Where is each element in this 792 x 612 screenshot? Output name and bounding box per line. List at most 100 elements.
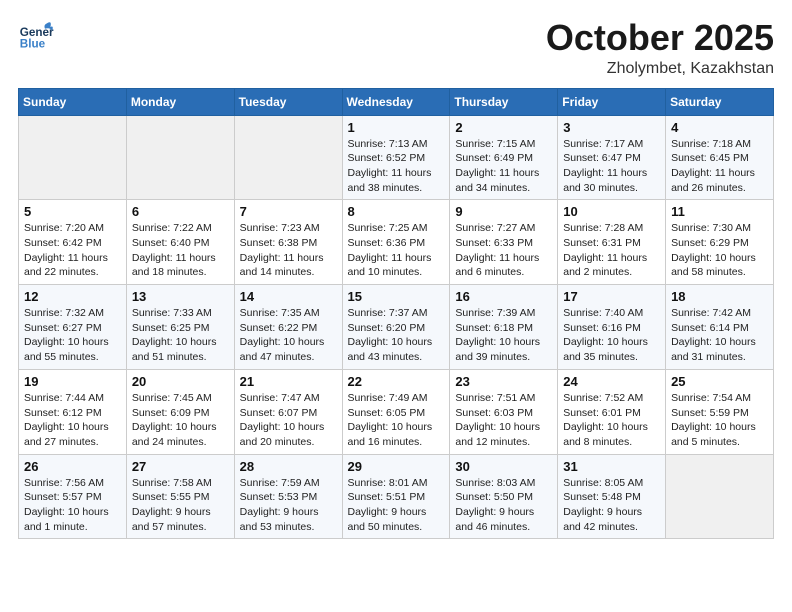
col-wednesday: Wednesday [342, 88, 450, 115]
calendar-cell: 23Sunrise: 7:51 AM Sunset: 6:03 PM Dayli… [450, 369, 558, 454]
day-info: Sunrise: 7:44 AM Sunset: 6:12 PM Dayligh… [24, 391, 121, 450]
calendar-cell [234, 115, 342, 200]
calendar-cell: 1 Sunrise: 7:13 AM Sunset: 6:52 PM Daylig… [342, 115, 450, 200]
day-info: Sunrise: 7:33 AM Sunset: 6:25 PM Dayligh… [132, 306, 229, 365]
day-info: Sunrise: 7:15 AM Sunset: 6:49 PM Dayligh… [455, 137, 552, 196]
calendar-cell: 31 Sunrise: 8:05 AM Sunset: 5:48 PM Dayli… [558, 454, 666, 539]
day-number: 7 [240, 204, 337, 219]
day-info: Sunrise: 7:42 AM Sunset: 6:14 PM Dayligh… [671, 306, 768, 365]
day-info: Sunrise: 8:03 AM Sunset: 5:50 PM Dayligh… [455, 476, 552, 535]
day-info: Sunrise: 7:47 AM Sunset: 6:07 PM Dayligh… [240, 391, 337, 450]
calendar-cell: 30 Sunrise: 8:03 AM Sunset: 5:50 PM Dayli… [450, 454, 558, 539]
day-number: 31 [563, 459, 660, 474]
day-number: 6 [132, 204, 229, 219]
calendar-cell: 15 Sunrise: 7:37 AM Sunset: 6:20 PM Dayli… [342, 285, 450, 370]
day-number: 5 [24, 204, 121, 219]
header: General Blue October 2025 Zholymbet, Kaz… [18, 18, 774, 78]
col-sunday: Sunday [19, 88, 127, 115]
calendar-cell: 14 Sunrise: 7:35 AM Sunset: 6:22 PM Dayli… [234, 285, 342, 370]
day-info: Sunrise: 7:20 AM Sunset: 6:42 PM Dayligh… [24, 221, 121, 280]
day-number: 16 [455, 289, 552, 304]
day-number: 30 [455, 459, 552, 474]
day-info: Sunrise: 8:01 AM Sunset: 5:51 PM Dayligh… [348, 476, 445, 535]
day-info: Sunrise: 7:22 AM Sunset: 6:40 PM Dayligh… [132, 221, 229, 280]
col-friday: Friday [558, 88, 666, 115]
calendar-cell: 25 Sunrise: 7:54 AM Sunset: 5:59 PM Dayli… [666, 369, 774, 454]
week-row-1: 5 Sunrise: 7:20 AM Sunset: 6:42 PM Daylig… [19, 200, 774, 285]
day-number: 1 [348, 120, 445, 135]
week-row-2: 12 Sunrise: 7:32 AM Sunset: 6:27 PM Dayli… [19, 285, 774, 370]
day-number: 21 [240, 374, 337, 389]
day-number: 14 [240, 289, 337, 304]
day-number: 25 [671, 374, 768, 389]
day-number: 9 [455, 204, 552, 219]
day-number: 3 [563, 120, 660, 135]
calendar-cell: 27 Sunrise: 7:58 AM Sunset: 5:55 PM Dayli… [126, 454, 234, 539]
calendar-cell: 8 Sunrise: 7:25 AM Sunset: 6:36 PM Daylig… [342, 200, 450, 285]
calendar-cell: 24Sunrise: 7:52 AM Sunset: 6:01 PM Dayli… [558, 369, 666, 454]
day-number: 4 [671, 120, 768, 135]
calendar-cell: 6 Sunrise: 7:22 AM Sunset: 6:40 PM Daylig… [126, 200, 234, 285]
col-tuesday: Tuesday [234, 88, 342, 115]
day-info: Sunrise: 7:40 AM Sunset: 6:16 PM Dayligh… [563, 306, 660, 365]
day-info: Sunrise: 7:13 AM Sunset: 6:52 PM Dayligh… [348, 137, 445, 196]
calendar-cell: 28Sunrise: 7:59 AM Sunset: 5:53 PM Dayli… [234, 454, 342, 539]
day-info: Sunrise: 7:32 AM Sunset: 6:27 PM Dayligh… [24, 306, 121, 365]
day-number: 17 [563, 289, 660, 304]
calendar-cell: 21 Sunrise: 7:47 AM Sunset: 6:07 PM Dayli… [234, 369, 342, 454]
calendar-cell: 12 Sunrise: 7:32 AM Sunset: 6:27 PM Dayli… [19, 285, 127, 370]
page: General Blue October 2025 Zholymbet, Kaz… [0, 0, 792, 612]
location: Zholymbet, Kazakhstan [546, 60, 774, 78]
day-info: Sunrise: 7:23 AM Sunset: 6:38 PM Dayligh… [240, 221, 337, 280]
calendar-cell: 22Sunrise: 7:49 AM Sunset: 6:05 PM Dayli… [342, 369, 450, 454]
day-info: Sunrise: 7:37 AM Sunset: 6:20 PM Dayligh… [348, 306, 445, 365]
day-info: Sunrise: 7:30 AM Sunset: 6:29 PM Dayligh… [671, 221, 768, 280]
week-row-4: 26 Sunrise: 7:56 AM Sunset: 5:57 PM Dayli… [19, 454, 774, 539]
day-info: Sunrise: 7:54 AM Sunset: 5:59 PM Dayligh… [671, 391, 768, 450]
day-number: 27 [132, 459, 229, 474]
logo-icon: General Blue [18, 18, 54, 54]
calendar-cell: 7 Sunrise: 7:23 AM Sunset: 6:38 PM Daylig… [234, 200, 342, 285]
calendar-cell [126, 115, 234, 200]
calendar-cell [666, 454, 774, 539]
day-number: 2 [455, 120, 552, 135]
day-info: Sunrise: 7:17 AM Sunset: 6:47 PM Dayligh… [563, 137, 660, 196]
logo: General Blue [18, 18, 54, 54]
day-number: 13 [132, 289, 229, 304]
day-number: 10 [563, 204, 660, 219]
day-number: 26 [24, 459, 121, 474]
day-info: Sunrise: 8:05 AM Sunset: 5:48 PM Dayligh… [563, 476, 660, 535]
title-block: October 2025 Zholymbet, Kazakhstan [546, 18, 774, 78]
day-number: 8 [348, 204, 445, 219]
day-number: 29 [348, 459, 445, 474]
day-info: Sunrise: 7:58 AM Sunset: 5:55 PM Dayligh… [132, 476, 229, 535]
day-info: Sunrise: 7:25 AM Sunset: 6:36 PM Dayligh… [348, 221, 445, 280]
col-saturday: Saturday [666, 88, 774, 115]
day-number: 11 [671, 204, 768, 219]
day-info: Sunrise: 7:28 AM Sunset: 6:31 PM Dayligh… [563, 221, 660, 280]
calendar-cell: 18 Sunrise: 7:42 AM Sunset: 6:14 PM Dayli… [666, 285, 774, 370]
day-info: Sunrise: 7:35 AM Sunset: 6:22 PM Dayligh… [240, 306, 337, 365]
day-number: 23 [455, 374, 552, 389]
calendar-cell: 16 Sunrise: 7:39 AM Sunset: 6:18 PM Dayli… [450, 285, 558, 370]
calendar-cell: 29 Sunrise: 8:01 AM Sunset: 5:51 PM Dayli… [342, 454, 450, 539]
day-info: Sunrise: 7:18 AM Sunset: 6:45 PM Dayligh… [671, 137, 768, 196]
week-row-3: 19Sunrise: 7:44 AM Sunset: 6:12 PM Dayli… [19, 369, 774, 454]
calendar-cell: 2 Sunrise: 7:15 AM Sunset: 6:49 PM Daylig… [450, 115, 558, 200]
day-info: Sunrise: 7:56 AM Sunset: 5:57 PM Dayligh… [24, 476, 121, 535]
day-info: Sunrise: 7:39 AM Sunset: 6:18 PM Dayligh… [455, 306, 552, 365]
day-number: 12 [24, 289, 121, 304]
calendar-cell: 5 Sunrise: 7:20 AM Sunset: 6:42 PM Daylig… [19, 200, 127, 285]
day-info: Sunrise: 7:59 AM Sunset: 5:53 PM Dayligh… [240, 476, 337, 535]
calendar-cell: 17 Sunrise: 7:40 AM Sunset: 6:16 PM Dayli… [558, 285, 666, 370]
calendar-cell: 26 Sunrise: 7:56 AM Sunset: 5:57 PM Dayli… [19, 454, 127, 539]
day-number: 18 [671, 289, 768, 304]
col-monday: Monday [126, 88, 234, 115]
calendar-cell [19, 115, 127, 200]
calendar-cell: 9 Sunrise: 7:27 AM Sunset: 6:33 PM Daylig… [450, 200, 558, 285]
col-thursday: Thursday [450, 88, 558, 115]
day-number: 24 [563, 374, 660, 389]
day-number: 15 [348, 289, 445, 304]
calendar-cell: 3 Sunrise: 7:17 AM Sunset: 6:47 PM Daylig… [558, 115, 666, 200]
day-info: Sunrise: 7:27 AM Sunset: 6:33 PM Dayligh… [455, 221, 552, 280]
